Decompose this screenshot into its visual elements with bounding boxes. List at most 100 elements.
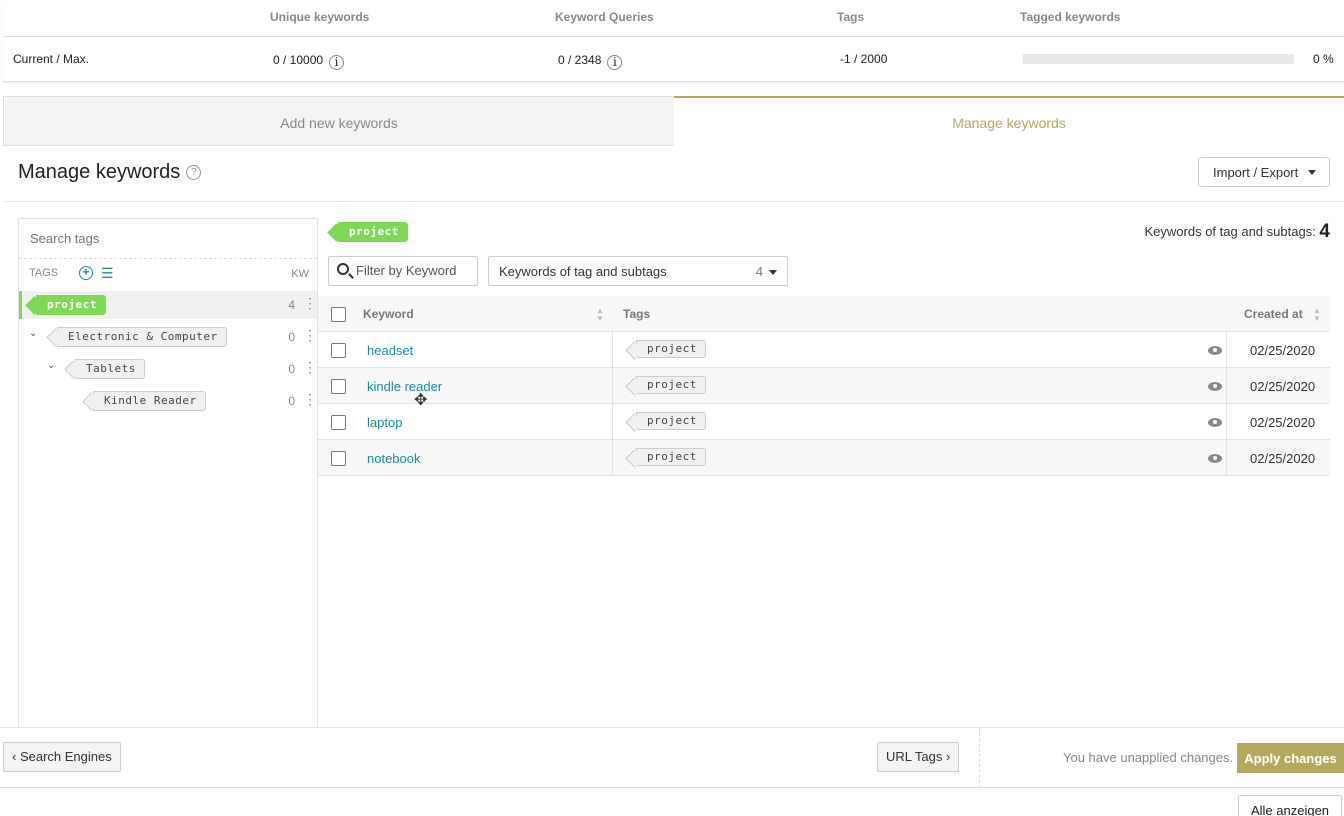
created-date: 02/25/2020 — [1250, 451, 1316, 466]
eye-icon[interactable] — [1208, 382, 1222, 391]
created-date: 02/25/2020 — [1250, 415, 1316, 430]
search-tags-input[interactable]: Search tags — [19, 219, 317, 259]
active-tag-badge[interactable]: project — [338, 222, 408, 242]
info-icon[interactable]: i — [329, 55, 345, 70]
chevron-right-icon: › — [942, 749, 951, 764]
filter-keyword-field[interactable] — [328, 256, 478, 286]
tree-item-electronic[interactable]: ⌄ Electronic & Computer 0 ⋮ — [19, 323, 317, 351]
scope-select-count: 4 — [755, 264, 763, 279]
tag-sidebar: Search tags TAGS + ☰ KW project 4 ⋮ ⌄ El… — [18, 218, 318, 728]
eye-icon[interactable] — [1208, 418, 1222, 427]
tags-label: TAGS — [29, 267, 59, 279]
scope-select-label: Keywords of tag and subtags — [499, 264, 667, 279]
eye-icon[interactable] — [1208, 454, 1222, 463]
quota-header-tagged: Tagged keywords — [1020, 10, 1121, 24]
tags-header: TAGS + ☰ KW — [29, 265, 309, 287]
caret-down-icon — [1308, 169, 1317, 175]
page: Unique keywords Keyword Queries Tags Tag… — [0, 0, 1344, 816]
tabs: Add new keywords Manage keywords — [3, 96, 1344, 146]
chevron-down-icon[interactable]: ⌄ — [47, 360, 55, 371]
more-options-icon[interactable]: ⋮ — [303, 296, 317, 310]
unapplied-changes-text: You have unapplied changes. — [1063, 750, 1234, 765]
eye-icon[interactable] — [1208, 346, 1222, 355]
next-url-tags-button[interactable]: URL Tags › — [877, 742, 960, 772]
caret-down-icon — [769, 270, 777, 275]
tab-add-keywords[interactable]: Add new keywords — [3, 96, 674, 146]
table-row: notebook project 02/25/2020 — [318, 440, 1330, 476]
sort-list-icon[interactable]: ☰ — [101, 265, 114, 282]
next-button-label: URL Tags — [886, 749, 943, 764]
quota-unique-text: 0 / 10000 — [273, 53, 324, 67]
tree-item-project[interactable]: project 4 ⋮ — [19, 291, 317, 319]
scope-select[interactable]: Keywords of tag and subtags 4 — [488, 256, 788, 286]
cell-divider — [612, 368, 613, 404]
import-export-button[interactable]: Import / Export — [1198, 157, 1330, 187]
tag-pill[interactable]: project — [636, 448, 706, 466]
sort-icon[interactable]: ▲ ▼ — [1313, 307, 1321, 323]
quota-header-queries: Keyword Queries — [555, 10, 654, 24]
table-row: laptop project 02/25/2020 — [318, 404, 1330, 440]
import-export-label: Import / Export — [1213, 164, 1299, 180]
cell-divider — [612, 404, 613, 440]
more-options-icon[interactable]: ⋮ — [303, 392, 317, 406]
quota-table: Unique keywords Keyword Queries Tags Tag… — [3, 0, 1344, 82]
keyword-link[interactable]: kindle reader — [367, 379, 442, 394]
row-checkbox[interactable] — [331, 379, 346, 394]
table-row: kindle reader project 02/25/2020 — [318, 368, 1330, 404]
tag-pill[interactable]: project — [636, 376, 706, 394]
select-all-checkbox[interactable] — [331, 307, 346, 322]
cell-divider — [1226, 332, 1227, 368]
created-date: 02/25/2020 — [1250, 379, 1316, 394]
apply-changes-button[interactable]: Apply changes — [1237, 743, 1344, 773]
quota-header-tags: Tags — [837, 10, 865, 24]
table-header: Keyword ▲ ▼ Tags Created at ▲ ▼ — [318, 296, 1330, 332]
page-title: Manage keywords? — [18, 161, 202, 184]
col-created[interactable]: Created at — [1244, 307, 1303, 321]
tree-count: 0 — [288, 362, 295, 376]
quota-row-label: Current / Max. — [13, 52, 90, 66]
footer-bar: ‹ Search Engines URL Tags › You have una… — [0, 727, 1344, 788]
chevron-down-icon[interactable]: ⌄ — [29, 328, 37, 339]
tagged-progress-bar — [1023, 54, 1294, 64]
row-checkbox[interactable] — [331, 451, 346, 466]
quota-tagged-pct: 0 % — [1313, 52, 1334, 66]
divider — [979, 728, 980, 788]
add-tag-icon[interactable]: + — [79, 266, 93, 280]
keyword-count: Keywords of tag and subtags: 4 — [1145, 221, 1330, 243]
chevron-left-icon: ‹ — [12, 749, 20, 764]
quota-header: Unique keywords Keyword Queries Tags Tag… — [3, 0, 1344, 37]
page-title-text: Manage keywords — [18, 161, 181, 183]
back-search-engines-button[interactable]: ‹ Search Engines — [3, 742, 121, 772]
quota-tags-value: -1 / 2000 — [840, 52, 888, 66]
help-icon[interactable]: ? — [186, 165, 202, 180]
cell-divider — [612, 332, 613, 368]
back-button-label: Search Engines — [19, 749, 112, 764]
cell-divider — [1226, 404, 1227, 440]
tree-count: 0 — [288, 394, 295, 408]
quota-unique-value: 0 / 10000 i — [273, 53, 345, 70]
row-checkbox[interactable] — [331, 343, 346, 358]
cell-divider — [612, 440, 613, 476]
col-keyword[interactable]: Keyword — [363, 307, 414, 321]
filter-keyword-input[interactable] — [356, 263, 474, 278]
tree-item-kindle-reader[interactable]: Kindle Reader 0 ⋮ — [19, 387, 317, 415]
tree-item-tablets[interactable]: ⌄ Tablets 0 ⋮ — [19, 355, 317, 383]
tree-count: 4 — [288, 298, 295, 312]
tag-pill[interactable]: project — [636, 412, 706, 430]
keyword-link[interactable]: laptop — [367, 415, 402, 430]
show-all-button[interactable]: Alle anzeigen — [1238, 795, 1342, 816]
tab-manage-keywords[interactable]: Manage keywords — [674, 96, 1344, 146]
keyword-count-label: Keywords of tag and subtags: — [1144, 224, 1316, 239]
more-options-icon[interactable]: ⋮ — [303, 328, 317, 342]
keyword-link[interactable]: headset — [367, 343, 413, 358]
tag-pill: Tablets — [75, 359, 145, 379]
sort-icon[interactable]: ▲ ▼ — [596, 307, 604, 323]
quota-queries-text: 0 / 2348 — [558, 53, 602, 67]
row-checkbox[interactable] — [331, 415, 346, 430]
more-options-icon[interactable]: ⋮ — [303, 360, 317, 374]
info-icon[interactable]: i — [607, 55, 623, 70]
keyword-link[interactable]: notebook — [367, 451, 421, 466]
tag-pill[interactable]: project — [636, 340, 706, 358]
keyword-count-value: 4 — [1319, 221, 1330, 242]
col-tags: Tags — [623, 307, 651, 321]
